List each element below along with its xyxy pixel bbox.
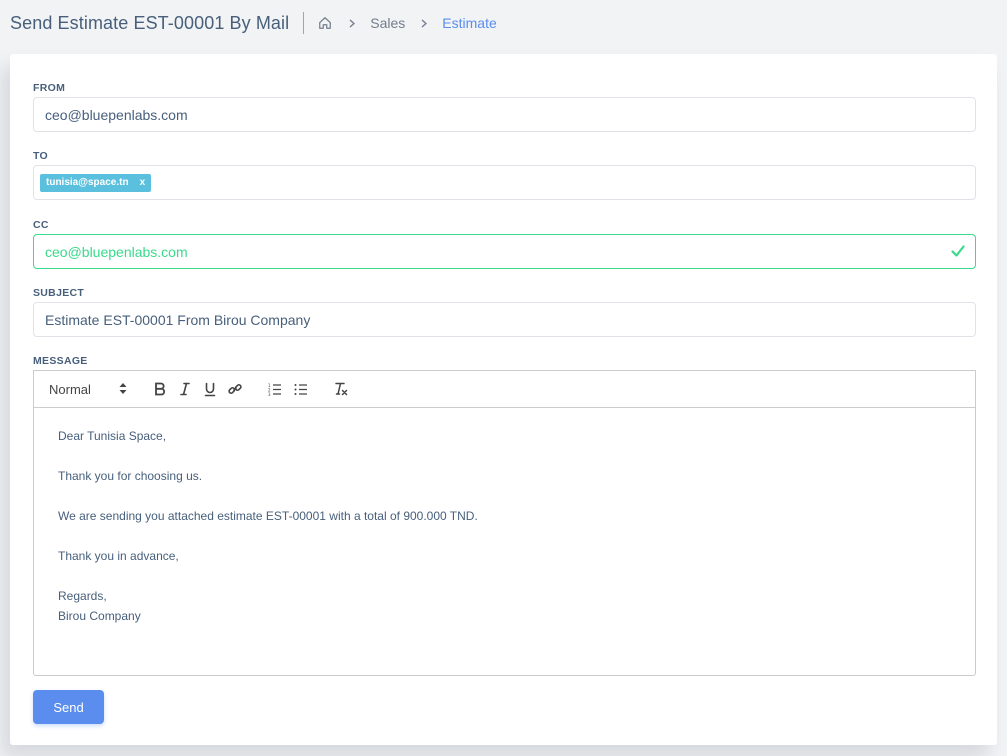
editor-toolbar: Normal 123 <box>33 370 976 408</box>
from-label: FROM <box>33 82 66 94</box>
message-editor[interactable]: Dear Tunisia Space, Thank you for choosi… <box>33 408 976 676</box>
message-line: Thank you for choosing us. <box>58 469 203 483</box>
ordered-list-icon[interactable]: 123 <box>266 380 284 398</box>
subject-label: SUBJECT <box>33 287 85 299</box>
remove-tag-button[interactable]: x <box>140 177 146 188</box>
subject-value: Estimate EST-00001 From Birou Company <box>45 311 311 328</box>
page-header: Send Estimate EST-00001 By Mail Sales Es… <box>0 0 1007 46</box>
cc-label: CC <box>33 219 49 231</box>
from-value: ceo@bluepenlabs.com <box>45 106 188 123</box>
svg-text:3: 3 <box>268 392 271 396</box>
mail-form-card: FROM ceo@bluepenlabs.com TO tunisia@spac… <box>10 54 997 745</box>
recipient-tag-label: tunisia@space.tn <box>46 177 129 188</box>
message-line: Dear Tunisia Space, <box>58 429 167 443</box>
clear-format-icon[interactable] <box>332 380 350 398</box>
message-line <box>58 446 951 466</box>
up-down-arrows-icon <box>119 382 127 397</box>
chevron-right-icon <box>419 18 429 28</box>
to-field[interactable]: tunisia@space.tn x <box>33 165 976 200</box>
bullet-list-icon[interactable] <box>292 380 310 398</box>
message-label: MESSAGE <box>33 355 88 367</box>
home-icon[interactable] <box>317 15 333 31</box>
message-line <box>58 486 951 506</box>
cc-value: ceo@bluepenlabs.com <box>45 243 188 260</box>
chevron-right-icon <box>347 18 357 28</box>
message-line <box>58 526 951 546</box>
title-divider <box>303 12 305 34</box>
check-icon <box>950 243 966 259</box>
message-line: Thank you in advance, <box>58 549 179 563</box>
format-select-value: Normal <box>49 381 91 397</box>
underline-icon[interactable] <box>201 380 219 398</box>
from-field[interactable]: ceo@bluepenlabs.com <box>33 97 976 132</box>
message-line: We are sending you attached estimate EST… <box>58 509 478 523</box>
format-select[interactable]: Normal <box>49 382 127 397</box>
send-button[interactable]: Send <box>33 690 104 724</box>
message-line: Regards, <box>58 589 107 603</box>
to-label: TO <box>33 150 48 162</box>
italic-icon[interactable] <box>176 380 194 398</box>
subject-field[interactable]: Estimate EST-00001 From Birou Company <box>33 302 976 337</box>
bold-icon[interactable] <box>151 380 169 398</box>
link-icon[interactable] <box>226 380 244 398</box>
breadcrumb-sales[interactable]: Sales <box>370 15 405 31</box>
cc-field[interactable]: ceo@bluepenlabs.com <box>33 234 976 269</box>
message-line <box>58 566 951 586</box>
breadcrumb-estimate[interactable]: Estimate <box>442 15 496 31</box>
recipient-tag: tunisia@space.tn x <box>40 173 152 192</box>
message-line: Birou Company <box>58 609 141 623</box>
page-title: Send Estimate EST-00001 By Mail <box>10 12 290 33</box>
